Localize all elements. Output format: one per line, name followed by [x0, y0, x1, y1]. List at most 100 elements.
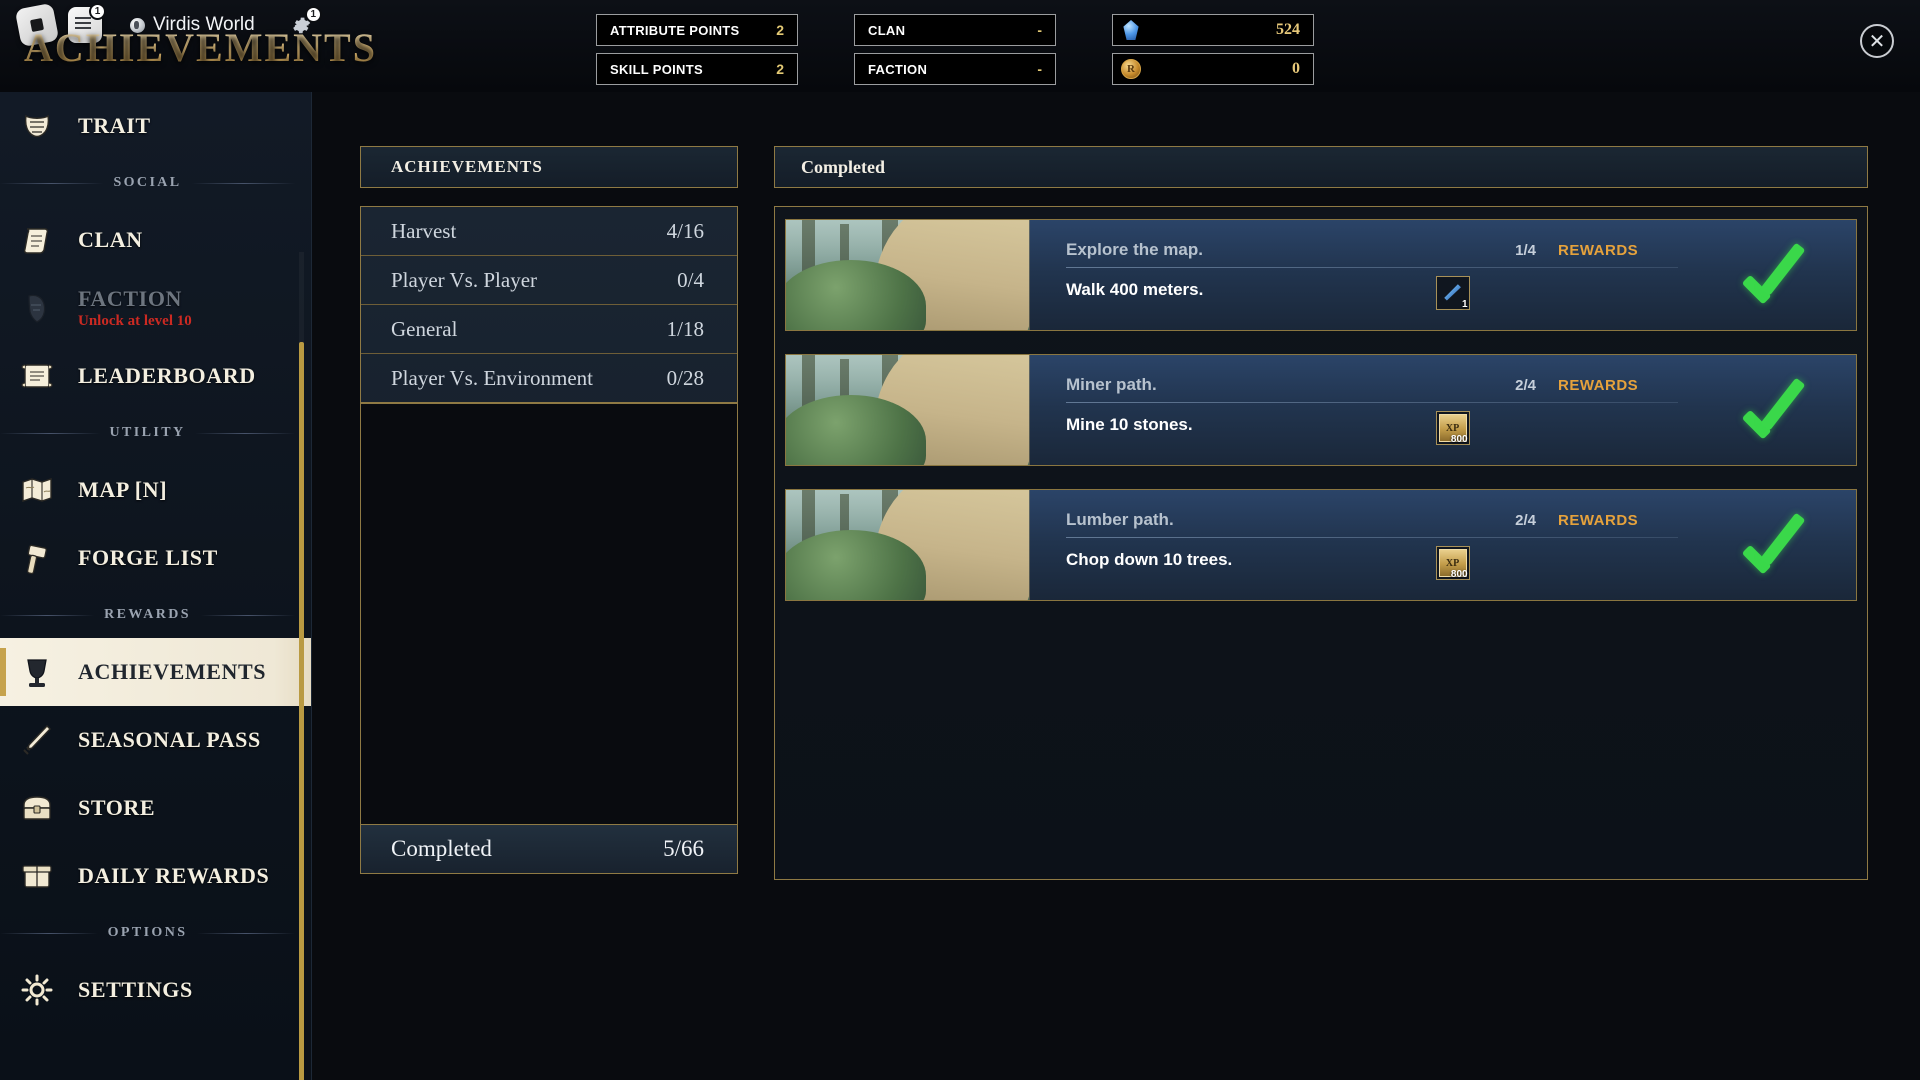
- divider: [1066, 537, 1678, 538]
- achievements-list: Explore the map. 1/4 REWARDS Walk 400 me…: [774, 206, 1868, 880]
- stat-label: FACTION: [868, 61, 928, 77]
- sidebar-item-forge-list[interactable]: FORGE LIST: [0, 524, 311, 592]
- currency-gem: 524: [1112, 14, 1314, 46]
- divider: [200, 614, 296, 616]
- sidebar-item-label: LEADERBOARD: [78, 363, 256, 388]
- scroll-icon: [14, 217, 60, 263]
- sidebar-item-label: FORGE LIST: [78, 545, 218, 570]
- divider: [197, 932, 296, 934]
- achievements-panel-header: Completed: [774, 146, 1868, 188]
- stat-label: ATTRIBUTE POINTS: [610, 22, 740, 38]
- achievement-card[interactable]: Lumber path. 2/4 REWARDS Chop down 10 tr…: [785, 489, 1857, 601]
- top-bar: 1 Virdis World 1 ACHIEVEMENTS ATTRIBUTE …: [0, 0, 1920, 92]
- achievement-card[interactable]: Explore the map. 1/4 REWARDS Walk 400 me…: [785, 219, 1857, 331]
- achievement-top-row: Miner path. 2/4 REWARDS: [1066, 371, 1678, 399]
- divider: [0, 182, 104, 184]
- stat-label: SKILL POINTS: [610, 61, 703, 77]
- reward-item-slot[interactable]: 1: [1435, 276, 1470, 310]
- gem-icon: [1123, 20, 1139, 40]
- category-row-general[interactable]: General 1/18: [361, 305, 737, 354]
- reward-item-slot[interactable]: XP 800: [1435, 411, 1470, 445]
- chest-icon: [14, 785, 60, 831]
- sidebar-section-options: OPTIONS: [0, 910, 311, 956]
- sidebar-item-seasonal-pass[interactable]: SEASONAL PASS: [0, 706, 311, 774]
- sidebar-scrollbar-thumb[interactable]: [299, 342, 304, 1080]
- category-row-pvp[interactable]: Player Vs. Player 0/4: [361, 256, 737, 305]
- achievement-thumbnail: [786, 220, 1030, 330]
- checkmark-icon: [1744, 516, 1818, 574]
- achievement-progress: 2/4: [1515, 511, 1536, 529]
- sidebar-item-daily-rewards[interactable]: DAILY REWARDS: [0, 842, 311, 910]
- sidebar-item-achievements[interactable]: ACHIEVEMENTS: [0, 638, 311, 706]
- trophy-cup-icon: [14, 649, 60, 695]
- sidebar-item-label: DAILY REWARDS: [78, 863, 270, 888]
- rewards-label: REWARDS: [1558, 376, 1639, 394]
- faction-text-block: FACTION Unlock at level 10: [78, 286, 192, 330]
- stat-value: -: [1037, 61, 1042, 77]
- sidebar-item-label: TRAIT: [78, 113, 151, 138]
- category-name: General: [391, 316, 458, 341]
- sidebar-item-map[interactable]: MAP [N]: [0, 456, 311, 524]
- achievement-thumbnail: [786, 355, 1030, 465]
- settings-badge-count: 1: [304, 5, 322, 23]
- map-icon: [14, 467, 60, 513]
- achievement-completed-indicator: [1706, 355, 1856, 465]
- achievement-name: Miner path.: [1066, 375, 1157, 394]
- achievement-description: Mine 10 stones.: [1066, 415, 1193, 434]
- sidebar-item-label: FACTION: [78, 286, 183, 311]
- sidebar-item-settings[interactable]: SETTINGS: [0, 956, 311, 1024]
- sidebar-section-rewards: REWARDS: [0, 592, 311, 638]
- divider: [195, 432, 295, 434]
- category-count: 1/18: [666, 316, 704, 341]
- gear-icon: [14, 967, 60, 1013]
- reward-item-slot[interactable]: XP 800: [1435, 546, 1470, 580]
- achievement-thumbnail: [786, 490, 1030, 600]
- category-row-harvest[interactable]: Harvest 4/16: [361, 207, 737, 256]
- sidebar-item-clan[interactable]: CLAN: [0, 206, 311, 274]
- page-title: ACHIEVEMENTS: [24, 25, 377, 70]
- categories-list: Harvest 4/16 Player Vs. Player 0/4 Gener…: [360, 206, 738, 825]
- sidebar-section-social: SOCIAL: [0, 160, 311, 206]
- sidebar-item-label: SEASONAL PASS: [78, 727, 261, 752]
- sidebar-item-leaderboard[interactable]: LEADERBOARD: [0, 342, 311, 410]
- divider: [191, 182, 295, 184]
- category-row-pve[interactable]: Player Vs. Environment 0/28: [361, 354, 737, 403]
- categories-panel-title: ACHIEVEMENTS: [391, 157, 543, 176]
- stat-faction: FACTION -: [854, 53, 1056, 85]
- achievement-card[interactable]: Miner path. 2/4 REWARDS Mine 10 stones. …: [785, 354, 1857, 466]
- category-row-completed[interactable]: Completed 5/66: [360, 824, 738, 874]
- divider: [1066, 267, 1678, 268]
- coin-icon: R: [1121, 59, 1141, 79]
- achievement-details: Lumber path. 2/4 REWARDS Chop down 10 tr…: [1030, 490, 1706, 600]
- section-label: REWARDS: [104, 607, 191, 622]
- sidebar-item-label: CLAN: [78, 227, 143, 252]
- category-name: Player Vs. Player: [391, 267, 538, 292]
- sidebar-item-faction[interactable]: FACTION Unlock at level 10: [0, 274, 311, 342]
- divider: [0, 932, 98, 934]
- category-count: 4/16: [666, 218, 704, 243]
- category-count: 0/28: [666, 365, 704, 390]
- close-button[interactable]: ✕: [1860, 24, 1894, 58]
- sidebar-item-trait[interactable]: TRAIT: [0, 92, 311, 160]
- gem-amount: 524: [1276, 21, 1300, 38]
- achievements-panel-title: Completed: [801, 156, 885, 177]
- reward-item-quantity: 800: [1450, 569, 1468, 580]
- hammer-icon: [14, 535, 60, 581]
- blue-scroll-item-icon: [1444, 284, 1461, 301]
- sidebar-item-label: SETTINGS: [78, 977, 193, 1002]
- stat-clan: CLAN -: [854, 14, 1056, 46]
- sidebar-item-store[interactable]: STORE: [0, 774, 311, 842]
- coin-amount: 0: [1292, 60, 1300, 77]
- categories-empty-space: [361, 403, 737, 825]
- gift-icon: [14, 853, 60, 899]
- achievement-description: Walk 400 meters.: [1066, 280, 1204, 299]
- achievement-completed-indicator: [1706, 490, 1856, 600]
- stat-value: -: [1037, 22, 1042, 38]
- document-badge-count: 1: [89, 3, 106, 20]
- game-ui-root: 1 Virdis World 1 ACHIEVEMENTS ATTRIBUTE …: [0, 0, 1920, 1080]
- checkmark-icon: [1744, 381, 1818, 439]
- divider: [0, 614, 95, 616]
- achievement-top-row: Explore the map. 1/4 REWARDS: [1066, 236, 1678, 264]
- stat-label: CLAN: [868, 22, 906, 38]
- achievement-name: Lumber path.: [1066, 510, 1174, 529]
